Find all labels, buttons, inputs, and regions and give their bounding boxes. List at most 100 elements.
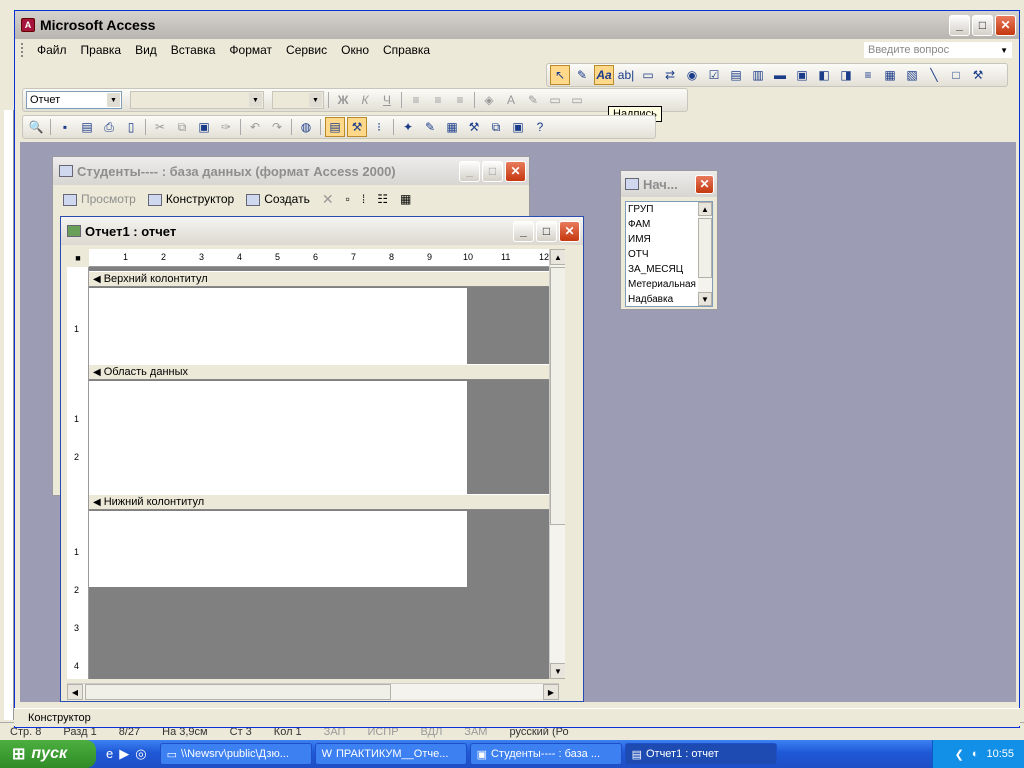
db-maximize-button[interactable]: □	[482, 160, 503, 182]
font-combo[interactable]: ▼	[130, 91, 264, 109]
taskbar-item-folder[interactable]: ▭ \\Newsrv\public\Дзю...	[159, 743, 312, 765]
command-button-icon[interactable]: ▬	[770, 65, 790, 85]
print-icon[interactable]: ⎙	[99, 117, 119, 137]
autoformat-icon[interactable]: ✦	[398, 117, 418, 137]
format-painter-icon[interactable]: ✑	[216, 117, 236, 137]
taskbar-item-word[interactable]: W ПРАКТИКУМ__Отче...	[314, 743, 467, 765]
field-list-icon[interactable]: ▤	[325, 117, 345, 137]
report-close-button[interactable]: ✕	[559, 220, 580, 242]
page-break-icon[interactable]: ≡	[858, 65, 878, 85]
details-view-icon[interactable]: ▦	[400, 192, 411, 206]
align-right-icon[interactable]: ≡	[450, 90, 470, 110]
properties-icon[interactable]: ▦	[442, 117, 462, 137]
copy-icon[interactable]: ⧉	[172, 117, 192, 137]
image-tool-icon[interactable]: ▣	[792, 65, 812, 85]
taskbar-item-report[interactable]: ▤ Отчет1 : отчет	[624, 743, 777, 765]
detail-section[interactable]	[89, 381, 467, 494]
menu-grip[interactable]	[21, 43, 24, 57]
scroll-up-icon[interactable]: ▲	[698, 202, 712, 216]
control-wizards-icon[interactable]: ✎	[572, 65, 592, 85]
menu-insert[interactable]: Вставка	[164, 43, 223, 57]
view-icon[interactable]: 🔍	[26, 117, 46, 137]
scroll-thumb[interactable]	[550, 267, 565, 525]
scroll-down-icon[interactable]: ▼	[550, 663, 565, 679]
hyperlink-icon[interactable]: ◍	[296, 117, 316, 137]
chevron-down-icon[interactable]: ▼	[309, 93, 322, 107]
bound-object-icon[interactable]: ◨	[836, 65, 856, 85]
horizontal-ruler[interactable]: 1 2 3 4 5 6 7 8 9 10 11 12	[89, 249, 565, 267]
build-icon[interactable]: ⚒	[464, 117, 484, 137]
more-controls-icon[interactable]: ⚒	[968, 65, 988, 85]
file-search-icon[interactable]: ▤	[77, 117, 97, 137]
option-button-icon[interactable]: ◉	[682, 65, 702, 85]
list-box-icon[interactable]: ▥	[748, 65, 768, 85]
list-view-icon[interactable]: ☷	[377, 192, 388, 206]
checkbox-tool-icon[interactable]: ☑	[704, 65, 724, 85]
menu-file[interactable]: Файл	[30, 43, 74, 57]
menu-window[interactable]: Окно	[334, 43, 376, 57]
horizontal-scrollbar[interactable]: ◀ ▶	[67, 683, 559, 700]
size-combo[interactable]: ▼	[272, 91, 324, 109]
unbound-object-icon[interactable]: ◧	[814, 65, 834, 85]
page-header-section[interactable]	[89, 288, 467, 364]
minimize-button[interactable]: _	[949, 14, 970, 36]
tab-control-icon[interactable]: ▦	[880, 65, 900, 85]
delete-icon[interactable]: ✕	[322, 191, 334, 208]
font-color-icon[interactable]: A	[501, 90, 521, 110]
create-button[interactable]: Создать	[246, 192, 310, 206]
undo-icon[interactable]: ↶	[245, 117, 265, 137]
object-combo[interactable]: Отчет ▼	[26, 91, 122, 109]
chevron-down-icon[interactable]: ▼	[249, 93, 262, 107]
start-button[interactable]: ⊞ пуск	[0, 740, 96, 768]
cut-icon[interactable]: ✂	[150, 117, 170, 137]
fill-color-icon[interactable]: ◈	[479, 90, 499, 110]
page-footer-section[interactable]	[89, 511, 467, 587]
menu-format[interactable]: Формат	[222, 43, 279, 57]
scroll-left-icon[interactable]: ◀	[67, 684, 83, 700]
print-preview-icon[interactable]: ▯	[121, 117, 141, 137]
browser-icon[interactable]: ◎	[135, 746, 146, 762]
report-maximize-button[interactable]: □	[536, 220, 557, 242]
sorting-grouping-icon[interactable]: ⁝	[369, 117, 389, 137]
align-left-icon[interactable]: ≡	[406, 90, 426, 110]
subform-icon[interactable]: ▧	[902, 65, 922, 85]
new-object-icon[interactable]: ▣	[508, 117, 528, 137]
report-minimize-button[interactable]: _	[513, 220, 534, 242]
volume-icon[interactable]: ◐	[972, 748, 979, 760]
menu-help[interactable]: Справка	[376, 43, 437, 57]
hscroll-thumb[interactable]	[85, 684, 391, 700]
db-minimize-button[interactable]: _	[459, 160, 480, 182]
scroll-right-icon[interactable]: ▶	[543, 684, 559, 700]
clock[interactable]: 10:55	[986, 748, 1014, 760]
tray-arrow-icon[interactable]: ❮	[955, 748, 964, 761]
option-group-icon[interactable]: ▭	[638, 65, 658, 85]
page-footer-band[interactable]: ◀ Нижний колонтитул	[89, 494, 565, 510]
menu-edit[interactable]: Правка	[74, 43, 129, 57]
page-header-band[interactable]: ◀ Верхний колонтитул	[89, 271, 565, 287]
database-window-icon[interactable]: ⧉	[486, 117, 506, 137]
redo-icon[interactable]: ↷	[267, 117, 287, 137]
chevron-down-icon[interactable]: ▼	[1000, 46, 1008, 55]
label-tool-icon[interactable]: Aa	[594, 65, 614, 85]
toolbox-icon[interactable]: ⚒	[347, 117, 367, 137]
db-close-button[interactable]: ✕	[505, 160, 526, 182]
scroll-thumb[interactable]	[698, 218, 712, 278]
maximize-button[interactable]: □	[972, 14, 993, 36]
underline-button[interactable]: Ч	[377, 90, 397, 110]
combo-box-icon[interactable]: ▤	[726, 65, 746, 85]
report-selector[interactable]: ■	[67, 249, 89, 267]
code-icon[interactable]: ✎	[420, 117, 440, 137]
textbox-tool-icon[interactable]: ab|	[616, 65, 636, 85]
field-list-scrollbar[interactable]: ▲ ▼	[698, 202, 712, 306]
save-icon[interactable]: ▪	[55, 117, 75, 137]
line-tool-icon[interactable]: ╲	[924, 65, 944, 85]
select-objects-icon[interactable]: ↖	[550, 65, 570, 85]
paste-icon[interactable]: ▣	[194, 117, 214, 137]
line-color-icon[interactable]: ✎	[523, 90, 543, 110]
bold-button[interactable]: Ж	[333, 90, 353, 110]
vertical-scrollbar[interactable]: ▲ ▼	[549, 249, 565, 679]
menu-tools[interactable]: Сервис	[279, 43, 334, 57]
vertical-ruler[interactable]: 1 1 2 1 2 3 4	[67, 267, 89, 679]
rectangle-tool-icon[interactable]: □	[946, 65, 966, 85]
italic-button[interactable]: К	[355, 90, 375, 110]
